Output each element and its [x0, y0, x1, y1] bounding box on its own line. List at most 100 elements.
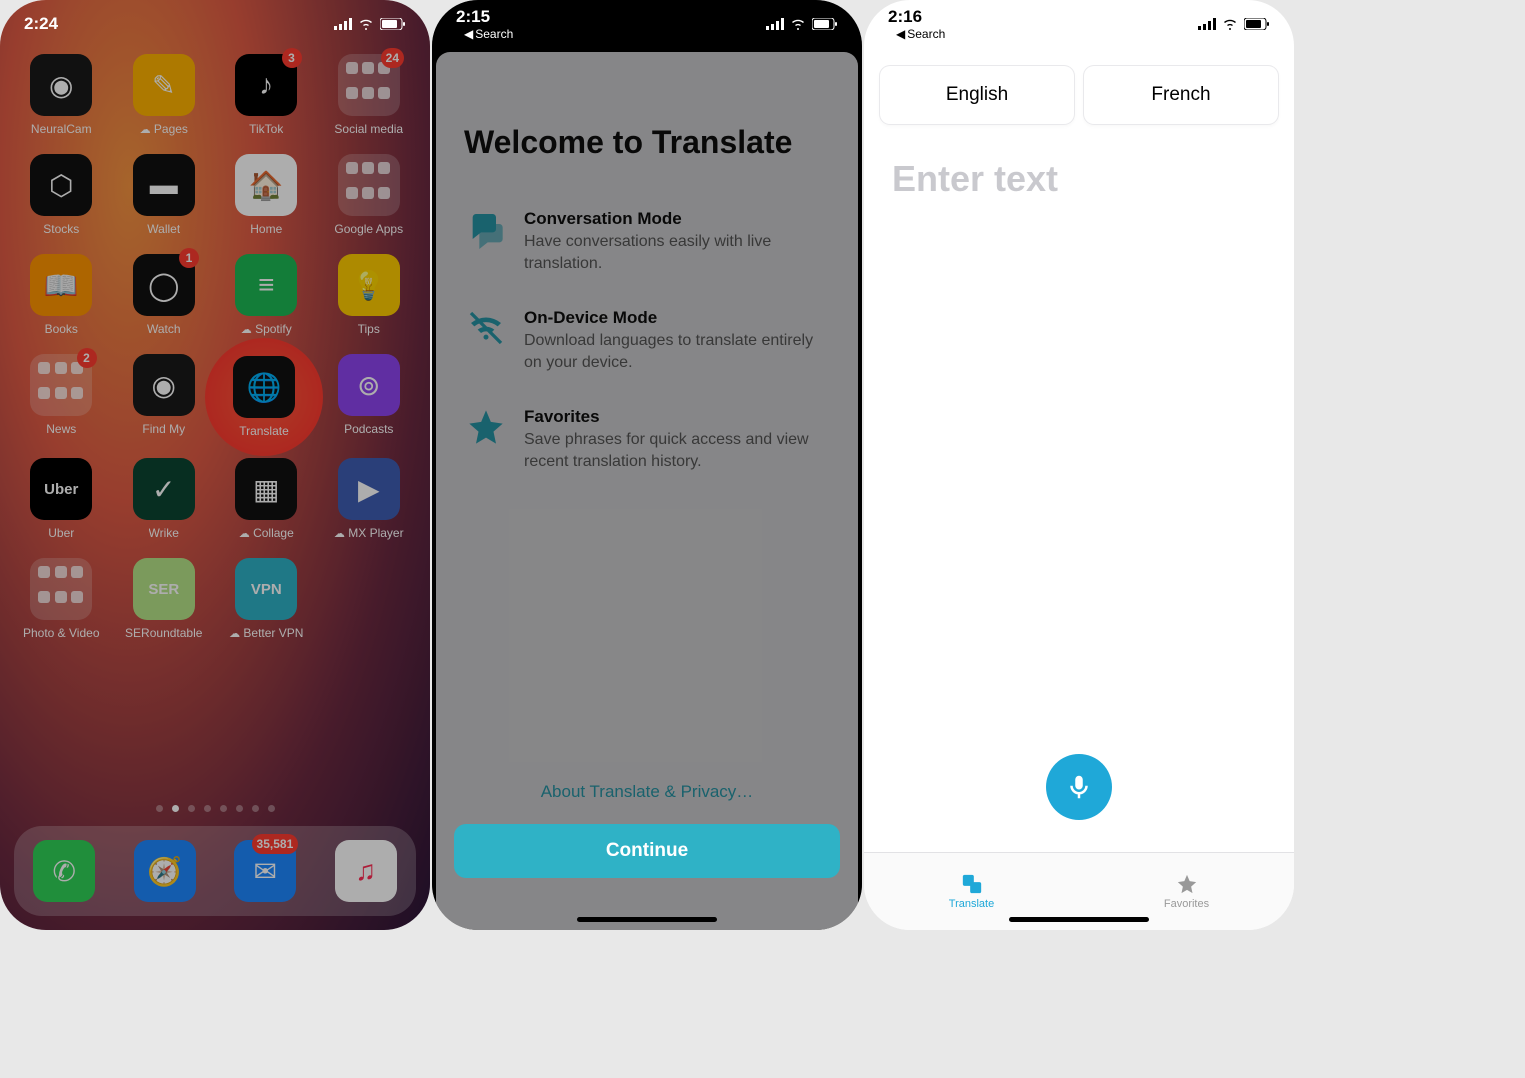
- app-icon: ⊚: [338, 354, 400, 416]
- app-collage[interactable]: ▦☁︎ Collage: [217, 458, 316, 540]
- continue-button[interactable]: Continue: [454, 824, 840, 878]
- app-tiktok[interactable]: ♪TikTok3: [217, 54, 316, 136]
- feature-desc: Download languages to translate entirely…: [524, 330, 828, 373]
- app-stocks[interactable]: ⬡ Stocks: [12, 154, 111, 236]
- app-label: Books: [45, 322, 78, 336]
- dock-music[interactable]: ♫: [335, 840, 397, 902]
- app-label: SERoundtable: [125, 626, 202, 640]
- privacy-link[interactable]: About Translate & Privacy…: [436, 782, 858, 802]
- app-label: ☁︎ Spotify: [241, 322, 292, 336]
- dock-mail[interactable]: ✉35,581: [234, 840, 296, 902]
- app-tips[interactable]: 💡 Tips: [320, 254, 419, 336]
- app-label: Watch: [147, 322, 181, 336]
- dock-phone[interactable]: ✆: [33, 840, 95, 902]
- app-home[interactable]: 🏠 Home: [217, 154, 316, 236]
- battery-icon: [812, 18, 838, 30]
- app-label: Home: [250, 222, 282, 236]
- app-label: Tips: [358, 322, 380, 336]
- app-label: Podcasts: [344, 422, 393, 436]
- app-uber[interactable]: Uber Uber: [12, 458, 111, 540]
- cloud-download-icon: ☁︎: [241, 323, 252, 336]
- app-label: ☁︎ Collage: [239, 526, 294, 540]
- phone-icon: ✆: [33, 840, 95, 902]
- app-label: Photo & Video: [23, 626, 100, 640]
- app-mx-player[interactable]: ▶☁︎ MX Player: [320, 458, 419, 540]
- feature-star: FavoritesSave phrases for quick access a…: [436, 395, 858, 494]
- translate-icon: [959, 873, 985, 895]
- home-indicator[interactable]: [1009, 917, 1149, 922]
- app-photo-video[interactable]: Photo & Video: [12, 558, 111, 640]
- app-icon: ✎: [133, 54, 195, 116]
- app-icon: VPN: [235, 558, 297, 620]
- app-neuralcam[interactable]: ◉NeuralCam: [12, 54, 111, 136]
- home-indicator[interactable]: [577, 917, 717, 922]
- app-icon: Uber: [30, 458, 92, 520]
- app-icon: 🏠: [235, 154, 297, 216]
- app-label: TikTok: [249, 122, 283, 136]
- app-icon: 🌐: [233, 356, 295, 418]
- app-better-vpn[interactable]: VPN ☁︎ Better VPN: [217, 558, 316, 640]
- notification-badge: 35,581: [252, 834, 299, 854]
- cloud-download-icon: ☁︎: [239, 527, 250, 540]
- feature-title: On-Device Mode: [524, 308, 828, 328]
- star-icon: [1175, 873, 1199, 895]
- app-label: Uber: [48, 526, 74, 540]
- app-label: ☁︎ Better VPN: [229, 626, 303, 640]
- feature-title: Favorites: [524, 407, 828, 427]
- translate-main-screen: 2:16 ◀ Search English French Enter text …: [864, 0, 1294, 930]
- music-icon: ♫: [335, 840, 397, 902]
- notification-badge: 3: [282, 48, 302, 68]
- lang-to-selector[interactable]: French: [1084, 66, 1278, 124]
- app-wallet[interactable]: ▬Wallet: [115, 154, 214, 236]
- app-translate[interactable]: 🌐Translate: [217, 354, 316, 440]
- text-input-placeholder[interactable]: Enter text: [864, 124, 1294, 234]
- feature-chat: Conversation ModeHave conversations easi…: [436, 197, 858, 296]
- app-icon: ⬡: [30, 154, 92, 216]
- app-wrike[interactable]: ✓Wrike: [115, 458, 214, 540]
- wifi-icon: [358, 18, 374, 30]
- app-icon: 💡: [338, 254, 400, 316]
- status-bar: 2:16 ◀ Search: [864, 0, 1294, 40]
- microphone-icon: [1064, 772, 1094, 802]
- app-spotify[interactable]: ≡☁︎ Spotify: [217, 254, 316, 336]
- app-watch[interactable]: ◯Watch1: [115, 254, 214, 336]
- app-pages[interactable]: ✎☁︎ Pages: [115, 54, 214, 136]
- app-label: Social media: [334, 122, 403, 136]
- app-social-media[interactable]: Social media24: [320, 54, 419, 136]
- app-icon: SER: [133, 558, 195, 620]
- back-to-search[interactable]: ◀ Search: [888, 27, 945, 41]
- app-find-my[interactable]: ◉Find My: [115, 354, 214, 440]
- microphone-button[interactable]: [1046, 754, 1112, 820]
- feature-desc: Have conversations easily with live tran…: [524, 231, 828, 274]
- status-time: 2:16: [888, 7, 945, 27]
- status-time: 2:24: [24, 14, 58, 34]
- cellular-icon: [766, 18, 784, 30]
- dock-safari[interactable]: 🧭: [134, 840, 196, 902]
- safari-icon: 🧭: [134, 840, 196, 902]
- welcome-sheet: Welcome to Translate Conversation ModeHa…: [436, 52, 858, 930]
- feature-wifi-off: On-Device ModeDownload languages to tran…: [436, 296, 858, 395]
- lang-from-selector[interactable]: English: [880, 66, 1074, 124]
- translate-welcome-screen: 2:15 ◀ Search Welcome to Translate Conve…: [432, 0, 862, 930]
- app-news[interactable]: News2: [12, 354, 111, 440]
- welcome-title: Welcome to Translate: [436, 52, 858, 197]
- app-label: Find My: [142, 422, 185, 436]
- app-google-apps[interactable]: Google Apps: [320, 154, 419, 236]
- folder-icon: [338, 154, 400, 216]
- wifi-icon: [790, 18, 806, 30]
- app-label: Wrike: [149, 526, 179, 540]
- app-podcasts[interactable]: ⊚ Podcasts: [320, 354, 419, 440]
- app-label: Stocks: [43, 222, 79, 236]
- page-dots[interactable]: [0, 805, 430, 812]
- app-icon: 📖: [30, 254, 92, 316]
- app-seroundtable[interactable]: SER SERoundtable: [115, 558, 214, 640]
- cloud-download-icon: ☁︎: [229, 627, 240, 640]
- status-icons: [1198, 18, 1270, 30]
- back-to-search[interactable]: ◀ Search: [456, 27, 513, 41]
- app-books[interactable]: 📖 Books: [12, 254, 111, 336]
- folder-icon: [30, 558, 92, 620]
- highlight-translate-app[interactable]: 🌐Translate: [205, 338, 323, 456]
- app-icon: ◉: [30, 54, 92, 116]
- dock: ✆ 🧭 ✉35,581 ♫: [14, 826, 416, 916]
- app-label: ☁︎ MX Player: [334, 526, 404, 540]
